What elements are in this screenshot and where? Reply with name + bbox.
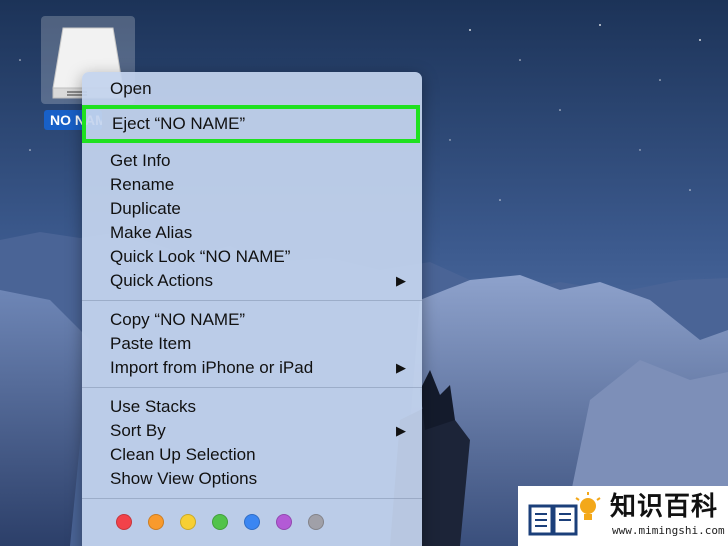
menu-item-label: Sort By (110, 421, 166, 440)
menu-separator (82, 300, 422, 301)
menu-separator (82, 387, 422, 388)
menu-separator (82, 498, 422, 499)
menu-item-import-from-iphone-or-ipad[interactable]: Import from iPhone or iPad ▶ (82, 356, 422, 380)
menu-item-label: Get Info (110, 151, 171, 170)
menu-item-get-info[interactable]: Get Info (82, 149, 422, 173)
submenu-arrow-icon: ▶ (396, 273, 406, 288)
menu-item-paste-item[interactable]: Paste Item (82, 332, 422, 356)
menu-item-eject-no-name[interactable]: Eject “NO NAME” (82, 105, 420, 143)
menu-item-show-view-options[interactable]: Show View Options (82, 467, 422, 491)
menu-item-label: Paste Item (110, 334, 192, 353)
menu-item-use-stacks[interactable]: Use Stacks (82, 395, 422, 419)
yellow-tag-icon[interactable] (180, 514, 196, 530)
menu-item-quick-look-no-name[interactable]: Quick Look “NO NAME” (82, 245, 422, 269)
menu-item-sort-by[interactable]: Sort By ▶ (82, 419, 422, 443)
menu-item-label: Use Stacks (110, 397, 196, 416)
menu-item-quick-actions[interactable]: Quick Actions ▶ (82, 269, 422, 293)
menu-item-duplicate[interactable]: Duplicate (82, 197, 422, 221)
gray-tag-icon[interactable] (308, 514, 324, 530)
menu-item-label: Quick Actions (110, 271, 213, 290)
menu-item-rename[interactable]: Rename (82, 173, 422, 197)
red-tag-icon[interactable] (116, 514, 132, 530)
orange-tag-icon[interactable] (148, 514, 164, 530)
submenu-arrow-icon: ▶ (396, 423, 406, 438)
blue-tag-icon[interactable] (244, 514, 260, 530)
submenu-arrow-icon: ▶ (396, 360, 406, 375)
book-lightbulb-icon (528, 492, 601, 536)
tag-color-row (82, 506, 422, 540)
menu-item-label: Copy “NO NAME” (110, 310, 246, 329)
menu-item-make-alias[interactable]: Make Alias (82, 221, 422, 245)
menu-item-label: Import from iPhone or iPad (110, 358, 314, 377)
menu-item-label: Rename (110, 175, 175, 194)
menu-item-open[interactable]: Open (82, 77, 422, 101)
menu-item-label: Show View Options (110, 469, 258, 488)
context-menu: Open Eject “NO NAME” Get Info Rename Duplica… (82, 72, 422, 546)
menu-item-label: Make Alias (110, 223, 193, 242)
menu-item-label: Clean Up Selection (110, 445, 256, 464)
menu-item-clean-up-selection[interactable]: Clean Up Selection (82, 443, 422, 467)
menu-item-copy-no-name[interactable]: Copy “NO NAME” (82, 308, 422, 332)
menu-item-label: Eject “NO NAME” (112, 114, 246, 133)
green-tag-icon[interactable] (212, 514, 228, 530)
watermark-url: www.mimingshi.com (612, 524, 725, 537)
menu-item-label: Duplicate (110, 199, 181, 218)
menu-item-label: Open (110, 79, 152, 98)
menu-item-label: Quick Look “NO NAME” (110, 247, 291, 266)
watermark: 知识百科 www.mimingshi.com (518, 486, 728, 546)
watermark-title: 知识百科 (610, 492, 719, 522)
purple-tag-icon[interactable] (276, 514, 292, 530)
